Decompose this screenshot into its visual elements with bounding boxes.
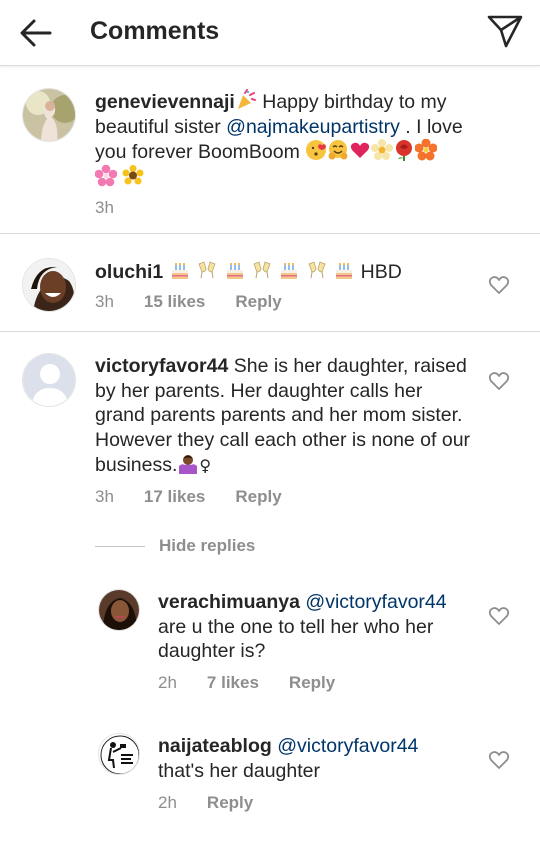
birthday-cake-emoji	[278, 259, 300, 281]
reply-username[interactable]: naijateablog	[158, 735, 272, 757]
hide-replies-button[interactable]: Hide replies	[95, 536, 255, 556]
heart-outline-icon[interactable]	[488, 275, 510, 295]
reply-mention[interactable]: @victoryfavor44	[305, 591, 446, 613]
comment-username[interactable]: oluchi1	[95, 261, 163, 283]
paper-plane-icon[interactable]	[486, 13, 524, 49]
reply-time: 2h	[158, 793, 177, 812]
reply-meta: 2h 7 likes Reply	[158, 673, 335, 693]
reply-likes[interactable]: 7 likes	[207, 673, 259, 693]
reply-mention[interactable]: @victoryfavor44	[277, 735, 418, 757]
avatar-genevievennaji[interactable]	[22, 88, 76, 142]
reply-button[interactable]: Reply	[235, 487, 281, 507]
page-title: Comments	[90, 17, 220, 45]
reply-body: that's her daughter	[158, 759, 320, 782]
clinking-glasses-emoji	[251, 259, 273, 281]
cherry-blossom-emoji	[95, 164, 117, 187]
comment-meta: 3h 15 likes Reply	[95, 292, 282, 312]
caption-meta: 3h	[95, 198, 114, 218]
comment-likes[interactable]: 17 likes	[144, 487, 205, 507]
caption-username[interactable]: genevievennaji	[95, 91, 235, 113]
comment-text: victoryfavor44 She is her daughter, rais…	[95, 354, 475, 479]
female-sign: ♀	[199, 456, 212, 475]
reply-meta: 2h Reply	[158, 793, 253, 813]
reply-button[interactable]: Reply	[235, 292, 281, 312]
avatar-naijateablog[interactable]	[98, 733, 140, 775]
top-bar: Comments	[0, 0, 540, 66]
reply-text: verachimuanya @victoryfavor44 are u the o…	[158, 590, 473, 664]
divider	[0, 331, 540, 332]
comment-likes[interactable]: 15 likes	[144, 292, 205, 312]
rose-emoji	[393, 139, 415, 161]
reply-button[interactable]: Reply	[289, 673, 335, 693]
comment-time: 3h	[95, 292, 114, 311]
heart-outline-icon[interactable]	[488, 606, 510, 626]
caption-mention[interactable]: @najmakeupartistry	[226, 116, 400, 138]
comment-time: 3h	[95, 487, 114, 506]
caption-text: genevievennaji Happy birthday to my beau…	[95, 89, 495, 190]
birthday-cake-emoji	[169, 259, 191, 281]
hibiscus-emoji	[415, 139, 438, 161]
blossom-emoji	[371, 139, 394, 161]
comment-username[interactable]: victoryfavor44	[95, 355, 228, 377]
comment-meta: 3h 17 likes Reply	[95, 487, 282, 507]
reply-button[interactable]: Reply	[207, 793, 253, 813]
birthday-cake-emoji	[333, 259, 355, 281]
heart-outline-icon[interactable]	[488, 750, 510, 770]
reply-body: are u the one to tell her who her daught…	[158, 615, 434, 663]
heart-outline-icon[interactable]	[488, 371, 510, 391]
reply-time: 2h	[158, 673, 177, 692]
comment-body: HBD	[355, 261, 402, 283]
clinking-glasses-emoji	[196, 259, 218, 281]
hugging-face-emoji	[327, 139, 349, 161]
hide-replies-line	[95, 545, 145, 547]
avatar-victoryfavor44[interactable]	[22, 353, 76, 407]
back-arrow-icon[interactable]	[18, 16, 54, 50]
clinking-glasses-emoji	[306, 259, 328, 281]
caption-time: 3h	[95, 198, 114, 217]
kissing-face-emoji	[305, 139, 327, 161]
avatar-verachimuanya[interactable]	[98, 589, 140, 631]
woman-shrugging-emoji	[177, 452, 199, 474]
reply-text: naijateablog @victoryfavor44 that's her d…	[158, 734, 473, 783]
reply-username[interactable]: verachimuanya	[158, 591, 300, 613]
birthday-cake-emoji	[224, 259, 246, 281]
hide-replies-label: Hide replies	[159, 536, 256, 555]
heart-emoji	[349, 139, 371, 161]
comment-text: oluchi1 HBD	[95, 259, 485, 285]
party-popper-emoji	[235, 89, 257, 111]
sunflower-emoji	[122, 164, 144, 187]
avatar-oluchi1[interactable]	[22, 258, 76, 312]
